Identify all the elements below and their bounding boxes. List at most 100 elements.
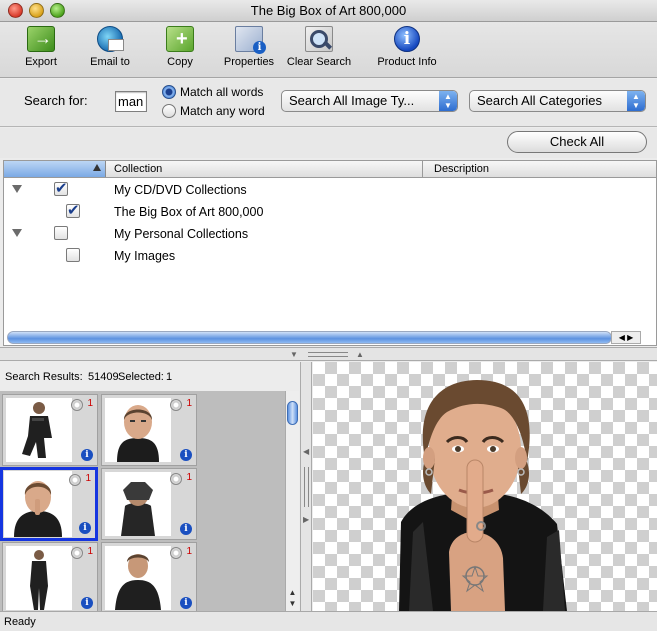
grip-icon (308, 352, 348, 357)
info-icon[interactable]: i (81, 449, 93, 461)
export-button[interactable]: Export (20, 26, 62, 76)
thumbnail-count: 1 (87, 398, 93, 409)
email-to-button[interactable]: Email to (86, 26, 134, 76)
horizontal-scrollbar[interactable] (7, 331, 612, 344)
info-icon[interactable]: i (81, 597, 93, 609)
collection-checkbox[interactable] (66, 248, 80, 262)
thumbnail-image[interactable] (105, 546, 171, 610)
collection-name: The Big Box of Art 800,000 (114, 205, 264, 219)
thumbnail-count: 1 (186, 546, 192, 557)
image-type-popup[interactable]: Search All Image Ty... ▲ ▼ (281, 90, 458, 112)
toolbar: Export Email to Copy Properties Clear Se… (0, 22, 657, 78)
info-icon[interactable]: i (180, 523, 192, 535)
sort-ascending-icon (93, 164, 101, 171)
column-divider[interactable] (422, 161, 423, 177)
search-bar: Search for: Match all words Match any wo… (0, 79, 657, 127)
popup-arrows-icon: ▲ ▼ (439, 91, 457, 111)
collection-checkbox[interactable] (66, 201, 80, 219)
scroll-arrows[interactable]: ▲ ▼ (286, 587, 299, 611)
collection-name: My Images (114, 249, 176, 263)
thumbnail-count: 1 (85, 473, 91, 484)
thumbnail-count: 1 (87, 546, 93, 557)
email-to-label: Email to (90, 56, 130, 68)
status-text: Ready (4, 616, 36, 628)
properties-label: Properties (223, 56, 275, 68)
cd-icon (170, 547, 182, 559)
collection-checkbox[interactable] (54, 179, 68, 197)
product-info-label: Product Info (377, 56, 437, 68)
collection-column-header[interactable]: Collection (114, 163, 162, 175)
results-header: Search Results: 51409 Selected: 1 (0, 362, 300, 390)
properties-icon (235, 26, 266, 54)
thumbnail-image[interactable] (6, 398, 72, 462)
copy-button[interactable]: Copy (162, 26, 198, 76)
category-value: Search All Categories (477, 93, 603, 108)
magnifier-icon (305, 26, 333, 52)
check-all-button[interactable]: Check All (507, 131, 647, 153)
info-icon[interactable]: i (180, 597, 192, 609)
image-preview[interactable] (313, 362, 657, 611)
cd-icon (71, 547, 83, 559)
clear-search-button[interactable]: Clear Search (285, 26, 353, 76)
thumbnail-item[interactable]: 1 i (2, 542, 98, 611)
collection-name: My CD/DVD Collections (114, 183, 247, 197)
match-all-radio[interactable]: Match all words (162, 85, 263, 99)
vertical-split-handle[interactable]: ◀ ▶ (300, 362, 312, 611)
selected-label: Selected: (118, 371, 164, 383)
collection-checkbox[interactable] (54, 226, 68, 240)
popup-arrows-icon: ▲ ▼ (627, 91, 645, 111)
match-all-label: Match all words (180, 85, 264, 99)
thumbnail-scrollbar[interactable]: ▲ ▼ (285, 391, 299, 611)
disclosure-triangle-icon[interactable] (12, 185, 22, 193)
description-column-header[interactable]: Description (434, 163, 489, 175)
table-row[interactable]: My Personal Collections (4, 222, 656, 244)
cd-icon (170, 473, 182, 485)
thumbnail-item-selected[interactable]: 1 i (0, 467, 98, 541)
match-any-radio[interactable]: Match any word (162, 104, 265, 118)
thumbnail-item[interactable]: 1 i (101, 468, 197, 540)
status-bar: Ready (0, 611, 657, 631)
export-icon (27, 26, 55, 52)
table-row[interactable]: The Big Box of Art 800,000 (4, 200, 656, 222)
thumbnail-image[interactable] (105, 472, 171, 536)
search-results-label: Search Results: (5, 371, 83, 383)
info-icon[interactable]: i (79, 522, 91, 534)
copy-icon (166, 26, 194, 52)
thumbnail-image[interactable] (4, 471, 72, 537)
thumbnail-item[interactable]: 1 i (101, 394, 197, 466)
collection-name: My Personal Collections (114, 227, 249, 241)
info-icon[interactable]: i (180, 449, 192, 461)
check-all-row: Check All (0, 128, 657, 158)
selected-count: 1 (166, 371, 173, 383)
product-info-button[interactable]: Product Info (373, 26, 441, 76)
match-all-radio-dot[interactable] (162, 85, 176, 99)
search-for-label: Search for: (24, 93, 88, 108)
title-bar: The Big Box of Art 800,000 (0, 0, 657, 22)
properties-button[interactable]: Properties (221, 26, 277, 76)
category-popup[interactable]: Search All Categories ▲ ▼ (469, 90, 646, 112)
copy-label: Copy (167, 56, 193, 68)
scroll-thumb[interactable] (287, 401, 298, 425)
search-input[interactable] (115, 91, 147, 112)
match-any-label: Match any word (180, 104, 265, 118)
sort-column-header[interactable] (4, 161, 106, 177)
horizontal-split-handle[interactable]: ▼ ▲ (0, 347, 657, 361)
thumbnail-image[interactable] (105, 398, 171, 462)
disclosure-triangle-icon[interactable] (12, 229, 22, 237)
table-row[interactable]: My CD/DVD Collections (4, 178, 656, 200)
match-any-radio-dot[interactable] (162, 104, 176, 118)
search-results-count: 51409 (88, 371, 119, 383)
table-header: Collection Description (4, 161, 656, 178)
table-row[interactable]: My Images (4, 244, 656, 266)
info-icon (394, 26, 420, 52)
window-title: The Big Box of Art 800,000 (250, 3, 407, 18)
cd-icon (69, 474, 81, 486)
app-window: The Big Box of Art 800,000 Export Email … (0, 0, 657, 631)
preview-image (399, 380, 567, 611)
scroll-arrows[interactable]: ◀ ▶ (611, 331, 641, 344)
thumbnail-item[interactable]: 1 i (2, 394, 98, 466)
thumbnail-grid: 1 i 1 i 1 i 1 i 1 i 1 i (0, 391, 285, 611)
thumbnail-image[interactable] (6, 546, 72, 610)
thumbnail-item[interactable]: 1 i (101, 542, 197, 611)
grip-icon (304, 467, 309, 507)
